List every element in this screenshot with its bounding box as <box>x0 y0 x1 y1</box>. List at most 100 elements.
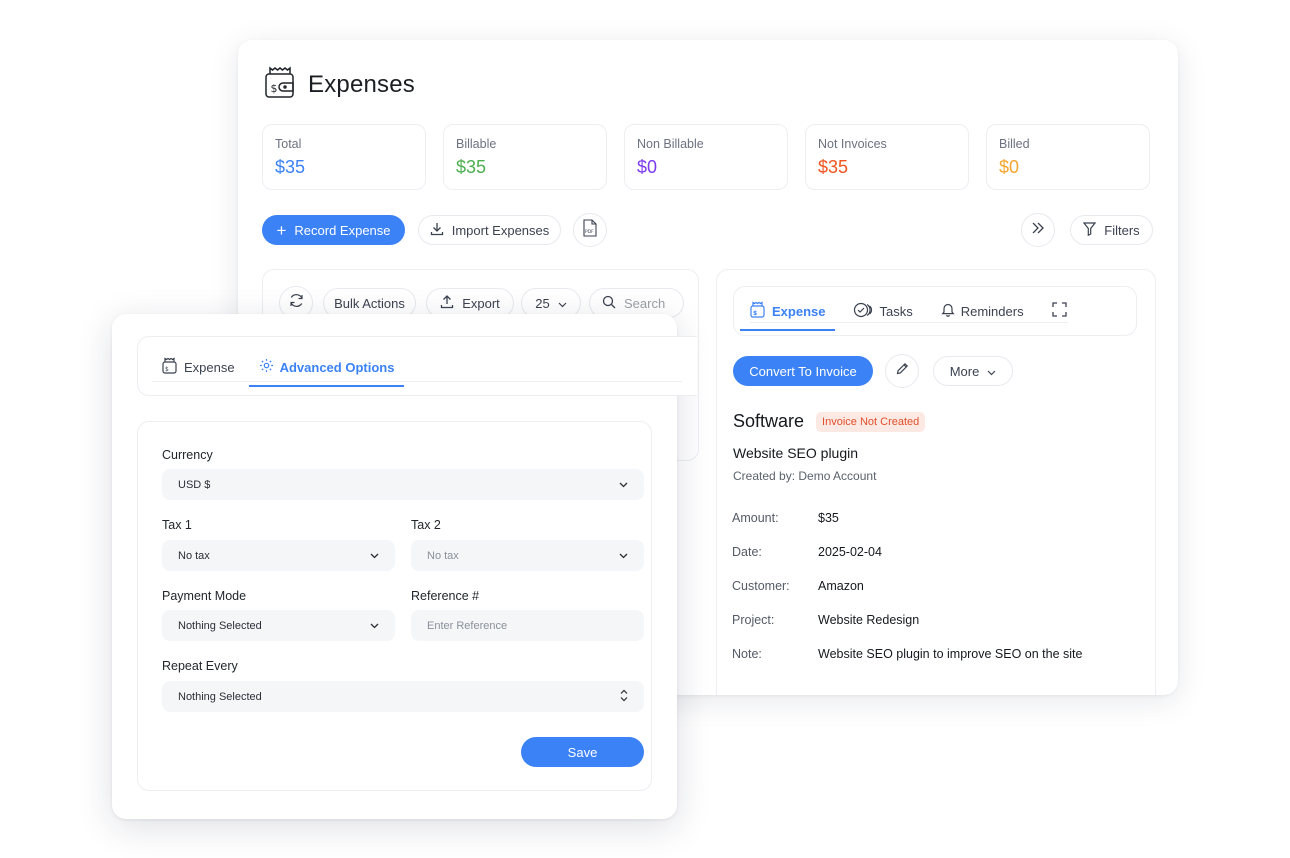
save-button[interactable]: Save <box>521 737 644 767</box>
detail-key: Note: <box>732 647 762 661</box>
convert-to-invoice-button[interactable]: Convert To Invoice <box>733 356 873 386</box>
chevron-down-icon <box>987 364 996 379</box>
chevron-down-icon <box>619 550 628 562</box>
page-title: Expenses <box>308 70 415 98</box>
currency-label: Currency <box>162 448 213 462</box>
tabs-underline <box>750 322 1068 323</box>
tab-expense-label: Expense <box>772 303 826 319</box>
gear-icon <box>259 358 274 376</box>
reference-input[interactable]: Enter Reference <box>411 610 644 641</box>
wallet-dollar-icon: $ <box>264 64 296 105</box>
bulk-actions-label: Bulk Actions <box>334 295 405 311</box>
more-button[interactable]: More <box>933 356 1013 386</box>
detail-value: Website SEO plugin to improve SEO on the… <box>818 647 1083 661</box>
expense-subtitle: Website SEO plugin <box>733 445 859 461</box>
chevron-down-icon <box>558 296 567 311</box>
funnel-icon <box>1083 221 1097 239</box>
filters-label: Filters <box>1104 222 1140 238</box>
tab-advanced-options-label: Advanced Options <box>279 359 395 375</box>
stat-label: Total <box>275 137 302 151</box>
svg-text:PDF: PDF <box>585 229 594 235</box>
detail-value: Amazon <box>818 579 864 593</box>
tax2-label: Tax 2 <box>411 518 441 532</box>
tax1-label: Tax 1 <box>162 518 192 532</box>
detail-key: Customer: <box>732 579 790 593</box>
tab-reminders[interactable]: Reminders <box>931 291 1034 331</box>
svg-text:$: $ <box>165 366 169 373</box>
tab-expense[interactable]: $ Expense <box>740 291 836 331</box>
tab-expense-label: Expense <box>184 359 235 375</box>
import-expenses-button[interactable]: Import Expenses <box>418 215 561 245</box>
pencil-icon <box>896 362 909 380</box>
chevron-down-icon <box>370 620 379 632</box>
detail-row-customer: Customer: Amazon <box>732 579 864 593</box>
detail-value: Website Redesign <box>818 613 920 627</box>
import-expenses-label: Import Expenses <box>451 222 550 238</box>
tab-tasks[interactable]: Tasks <box>843 291 922 331</box>
detail-value: 2025-02-04 <box>818 545 882 559</box>
status-badge: Invoice Not Created <box>816 411 926 432</box>
pdf-icon: PDF <box>582 218 598 242</box>
detail-key: Date: <box>732 545 762 559</box>
stat-label: Not Invoices <box>818 137 887 151</box>
stat-label: Billable <box>456 137 497 151</box>
page-size-value: 25 <box>535 295 550 311</box>
tax2-value: No tax <box>427 549 459 562</box>
stat-value: $35 <box>456 157 487 177</box>
chevron-down-icon <box>370 550 379 562</box>
export-label: Export <box>462 295 500 311</box>
stats-row: Total $35 Billable $35 Non Billable $0 N… <box>262 124 1150 190</box>
tax1-value: No tax <box>178 549 210 562</box>
edit-button[interactable] <box>885 354 919 388</box>
double-chevron-right-icon <box>1031 221 1045 239</box>
download-icon <box>430 222 444 239</box>
up-down-chevron-icon <box>620 689 628 705</box>
expense-name: Software <box>733 411 805 431</box>
svg-text:$: $ <box>753 310 757 317</box>
svg-text:$: $ <box>271 82 278 95</box>
expand-icon <box>1051 302 1067 320</box>
repeat-every-select[interactable]: Nothing Selected <box>162 681 644 712</box>
stat-non-billable: Non Billable $0 <box>624 124 788 190</box>
wallet-dollar-icon: $ <box>750 301 766 321</box>
popup-tabs: $ Expense Advanced Options <box>137 336 697 396</box>
reference-placeholder: Enter Reference <box>427 619 508 632</box>
convert-to-invoice-label: Convert To Invoice <box>749 363 857 379</box>
advanced-options-dialog: $ Expense Advanced Options Currency USD … <box>112 314 697 819</box>
wallet-dollar-icon: $ <box>162 357 178 377</box>
reference-label: Reference # <box>411 589 480 603</box>
bell-icon <box>941 302 955 320</box>
upload-icon <box>440 294 454 312</box>
chevron-down-icon <box>619 479 628 491</box>
stat-not-invoices: Not Invoices $35 <box>805 124 969 190</box>
detail-key: Project: <box>732 613 775 627</box>
stat-total: Total $35 <box>262 124 426 190</box>
payment-mode-label: Payment Mode <box>162 589 247 603</box>
page-header: $ Expenses <box>264 64 415 105</box>
pdf-export-button[interactable]: PDF <box>573 213 607 247</box>
refresh-icon <box>289 293 304 313</box>
more-label: More <box>949 363 980 379</box>
expense-title-row: Software Invoice Not Created <box>733 411 926 432</box>
tax1-select[interactable]: No tax <box>162 540 395 571</box>
repeat-every-value: Nothing Selected <box>178 690 262 703</box>
created-by: Created by: Demo Account <box>733 469 877 483</box>
payment-mode-select[interactable]: Nothing Selected <box>162 610 395 641</box>
save-label: Save <box>567 744 598 760</box>
search-placeholder: Search <box>624 295 666 311</box>
payment-mode-value: Nothing Selected <box>178 619 262 632</box>
record-expense-button[interactable]: + Record Expense <box>262 215 405 245</box>
fullscreen-button[interactable] <box>1042 291 1077 331</box>
tasks-icon <box>853 302 873 321</box>
filters-button[interactable]: Filters <box>1070 215 1153 245</box>
collapse-panel-button[interactable] <box>1021 213 1055 247</box>
currency-value: USD $ <box>178 478 211 491</box>
detail-row-note: Note: Website SEO plugin to improve SEO … <box>732 647 1082 661</box>
tab-tasks-label: Tasks <box>879 303 913 319</box>
stat-billable: Billable $35 <box>443 124 607 190</box>
currency-select[interactable]: USD $ <box>162 469 644 500</box>
detail-value: $35 <box>818 511 839 525</box>
tax2-select[interactable]: No tax <box>411 540 644 571</box>
tabs-underline <box>152 381 682 382</box>
record-expense-label: Record Expense <box>294 222 391 238</box>
